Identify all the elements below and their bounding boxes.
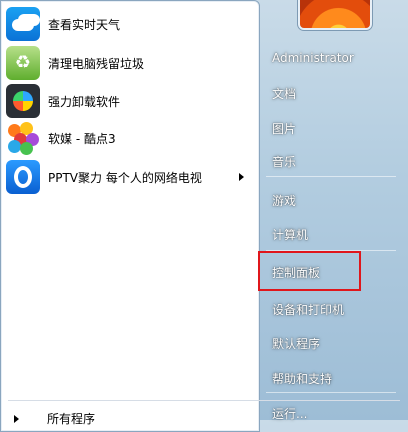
menu-item-label: 游戏 xyxy=(272,193,297,208)
menu-item-label: 清理电脑残留垃圾 xyxy=(48,56,145,71)
menu-item-computer[interactable]: 计算机 xyxy=(258,218,408,250)
menu-item-label: 帮助和支持 xyxy=(272,371,333,386)
menu-item-label: 默认程序 xyxy=(272,336,321,351)
menu-item-kudian[interactable]: 软媒 - 酷点3 xyxy=(6,121,252,155)
menu-item-label: 软媒 - 酷点3 xyxy=(48,131,116,146)
menu-item-devices-printers[interactable]: 设备和打印机 xyxy=(258,293,408,325)
menu-item-label: 图片 xyxy=(272,121,297,136)
menu-item-clean-junk[interactable]: 清理电脑残留垃圾 xyxy=(6,46,252,80)
flower-avatar-icon[interactable] xyxy=(300,0,370,28)
kudian-icon xyxy=(6,121,40,155)
separator xyxy=(266,392,396,393)
menu-item-games[interactable]: 游戏 xyxy=(258,184,408,216)
highlight-box xyxy=(258,251,361,291)
menu-item-label: 运行... xyxy=(272,406,308,421)
menu-item-label: 设备和打印机 xyxy=(272,302,345,317)
menu-item-default-programs[interactable]: 默认程序 xyxy=(258,327,408,359)
menu-item-run[interactable]: 运行... xyxy=(258,397,408,429)
recycle-clean-icon xyxy=(6,46,40,80)
weather-icon xyxy=(6,7,40,41)
pptv-icon xyxy=(6,160,40,194)
all-programs-button[interactable]: 所有程序 xyxy=(14,410,95,427)
submenu-arrow-icon xyxy=(239,173,244,181)
menu-item-label: 强力卸载软件 xyxy=(48,94,121,109)
all-programs-label: 所有程序 xyxy=(47,412,96,426)
menu-item-weather[interactable]: 查看实时天气 xyxy=(6,7,252,41)
menu-item-pptv[interactable]: PPTV聚力 每个人的网络电视 xyxy=(6,160,252,194)
menu-item-label: 音乐 xyxy=(272,154,297,169)
menu-item-documents[interactable]: 文档 xyxy=(258,77,408,109)
user-name: Administrator xyxy=(272,51,354,65)
menu-item-label: PPTV聚力 每个人的网络电视 xyxy=(48,170,202,185)
separator xyxy=(266,176,396,177)
uninstall-icon xyxy=(6,84,40,118)
menu-item-uninstall[interactable]: 强力卸载软件 xyxy=(6,84,252,118)
menu-item-pictures[interactable]: 图片 xyxy=(258,112,408,144)
menu-item-label: 查看实时天气 xyxy=(48,17,121,32)
right-arrow-icon xyxy=(14,414,19,423)
menu-item-help-support[interactable]: 帮助和支持 xyxy=(258,362,408,394)
user-name-link[interactable]: Administrator xyxy=(258,42,408,74)
menu-item-music[interactable]: 音乐 xyxy=(258,145,408,177)
menu-item-label: 文档 xyxy=(272,86,297,101)
menu-item-label: 计算机 xyxy=(272,227,309,242)
